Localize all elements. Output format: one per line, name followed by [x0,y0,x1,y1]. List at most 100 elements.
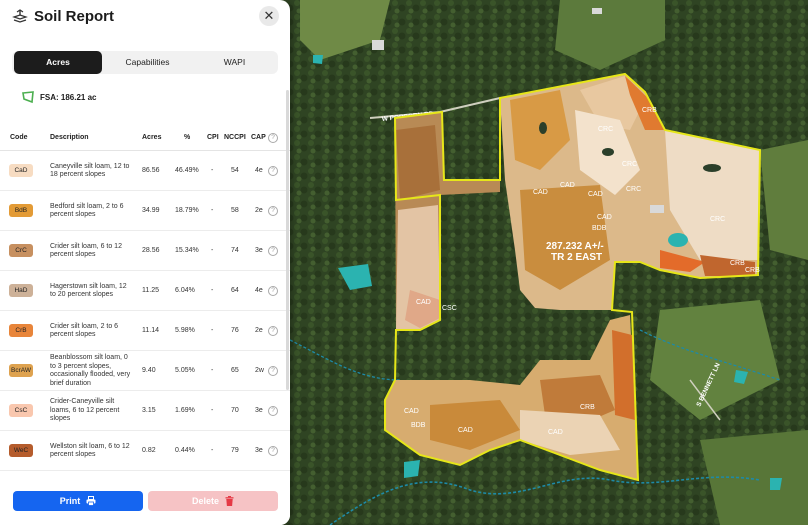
soil-label: CAD [458,427,473,434]
print-button[interactable]: Print [13,491,143,511]
soil-description: Hagerstown silt loam, 12 to 20 percent s… [50,282,127,299]
soil-percent: 5.98% [175,327,195,334]
soil-layers-icon [12,9,28,23]
table-row[interactable]: CaD Caneyville silt loam, 12 to 18 percen… [0,151,290,191]
soil-acres: 11.14 [142,327,159,334]
soil-nccpi: 64 [231,287,239,294]
tab-wapi[interactable]: WAPI [191,51,278,74]
soil-cap: 2e [255,327,263,334]
soil-code-badge: WeC [9,444,33,457]
soil-acres: 3.15 [142,407,156,414]
soil-label: CRB [580,404,595,411]
soil-acres: 9.40 [142,367,156,374]
soil-percent: 5.05% [175,367,195,374]
building [650,205,664,213]
soil-nccpi: 54 [231,167,239,174]
soil-cpi: - [211,287,214,294]
report-tabs: Acres Capabilities WAPI [12,51,278,74]
table-row[interactable]: CrB Crider silt loam, 2 to 6 percent slop… [0,311,290,351]
fsa-acreage: FSA: 186.21 ac [40,92,97,102]
soil-polygon-crb[interactable] [612,330,635,420]
tract-acreage-label: 287.232 A+/- [546,241,604,252]
header-code: Code [10,134,28,141]
soil-code-badge: CrB [9,324,33,337]
soil-percent: 1.69% [175,407,195,414]
help-icon[interactable]: ? [268,246,278,256]
pond [668,233,688,247]
help-icon[interactable]: ? [268,206,278,216]
soil-label: CAD [560,182,575,189]
soil-table: Code Description Acres % CPI NCCPI CAP ?… [0,126,290,486]
building [372,40,384,50]
tab-capabilities[interactable]: Capabilities [104,51,191,74]
soil-cap: 3e [255,407,263,414]
table-body: CaD Caneyville silt loam, 12 to 18 percen… [0,151,290,486]
soil-label: CAD [597,214,612,221]
soil-acres: 11.25 [142,287,159,294]
fsa-summary: FSA: 186.21 ac [22,90,96,104]
tree-cluster [539,122,547,134]
soil-code-badge: CsC [9,404,33,417]
scrollbar[interactable] [286,90,289,390]
table-row[interactable]: CsC Crider-Caneyville silt loams, 6 to 12… [0,391,290,431]
help-icon[interactable]: ? [268,166,278,176]
soil-code-badge: CaD [9,164,33,177]
help-icon[interactable]: ? [268,133,278,143]
table-row[interactable]: HaD Hagerstown silt loam, 12 to 20 percen… [0,271,290,311]
soil-nccpi: 79 [231,447,239,454]
soil-label: CAD [588,191,603,198]
soil-percent: 18.79% [175,207,199,214]
soil-percent: 6.04% [175,287,195,294]
close-button[interactable]: ✕ [259,6,279,26]
soil-description: Crider-Caneyville silt loams, 6 to 12 pe… [50,398,120,422]
soil-label: BDB [592,225,607,232]
header-nccpi: NCCPI [224,134,246,141]
soil-report-panel: Soil Report ✕ Acres Capabilities WAPI FS… [0,0,290,525]
soil-label: CAD [416,299,431,306]
soil-label: CRB [745,267,760,274]
soil-cpi: - [211,167,214,174]
soil-description: Crider silt loam, 6 to 12 percent slopes [50,242,122,259]
soil-acres: 0.82 [142,447,156,454]
soil-nccpi: 58 [231,207,239,214]
soil-description: Beanblossom silt loam, 0 to 3 percent sl… [50,354,131,387]
delete-button[interactable]: Delete [148,491,278,511]
soil-cap: 3e [255,247,263,254]
panel-header: Soil Report ✕ [0,0,290,36]
header-cap: CAP [251,134,266,141]
soil-label: CAD [533,189,548,196]
soil-description: Caneyville silt loam, 12 to 18 percent s… [50,162,130,179]
fsa-boundary-icon [22,90,34,103]
soil-polygon-had[interactable] [396,125,440,200]
pond [313,55,323,64]
soil-acres: 34.99 [142,207,160,214]
soil-code-badge: CrC [9,244,33,257]
soil-label: CRB [642,107,657,114]
soil-acres: 86.56 [142,167,160,174]
tab-acres[interactable]: Acres [14,51,102,74]
soil-cap: 3e [255,447,263,454]
table-row[interactable]: BdB Bedford silt loam, 2 to 6 percent slo… [0,191,290,231]
soil-code-badge: HaD [9,284,33,297]
header-acres: Acres [142,134,162,141]
soil-label: CAD [548,429,563,436]
table-header: Code Description Acres % CPI NCCPI CAP ? [0,126,290,151]
soil-nccpi: 65 [231,367,239,374]
header-description: Description [50,134,89,141]
printer-icon [86,496,96,506]
table-row[interactable]: CrC Crider silt loam, 6 to 12 percent slo… [0,231,290,271]
help-icon[interactable]: ? [268,406,278,416]
help-icon[interactable]: ? [268,446,278,456]
soil-code-badge: BdB [9,204,33,217]
soil-label: CRC [626,186,641,193]
soil-cpi: - [211,367,214,374]
table-row[interactable]: WeC Wellston silt loam, 6 to 12 percent s… [0,431,290,471]
help-icon[interactable]: ? [268,326,278,336]
soil-label: CRB [730,260,745,267]
table-row[interactable]: BcrAW Beanblossom silt loam, 0 to 3 perce… [0,351,290,391]
soil-label: CRC [710,216,725,223]
help-icon[interactable]: ? [268,286,278,296]
soil-percent: 0.44% [175,447,195,454]
soil-nccpi: 76 [231,327,239,334]
help-icon[interactable]: ? [268,366,278,376]
